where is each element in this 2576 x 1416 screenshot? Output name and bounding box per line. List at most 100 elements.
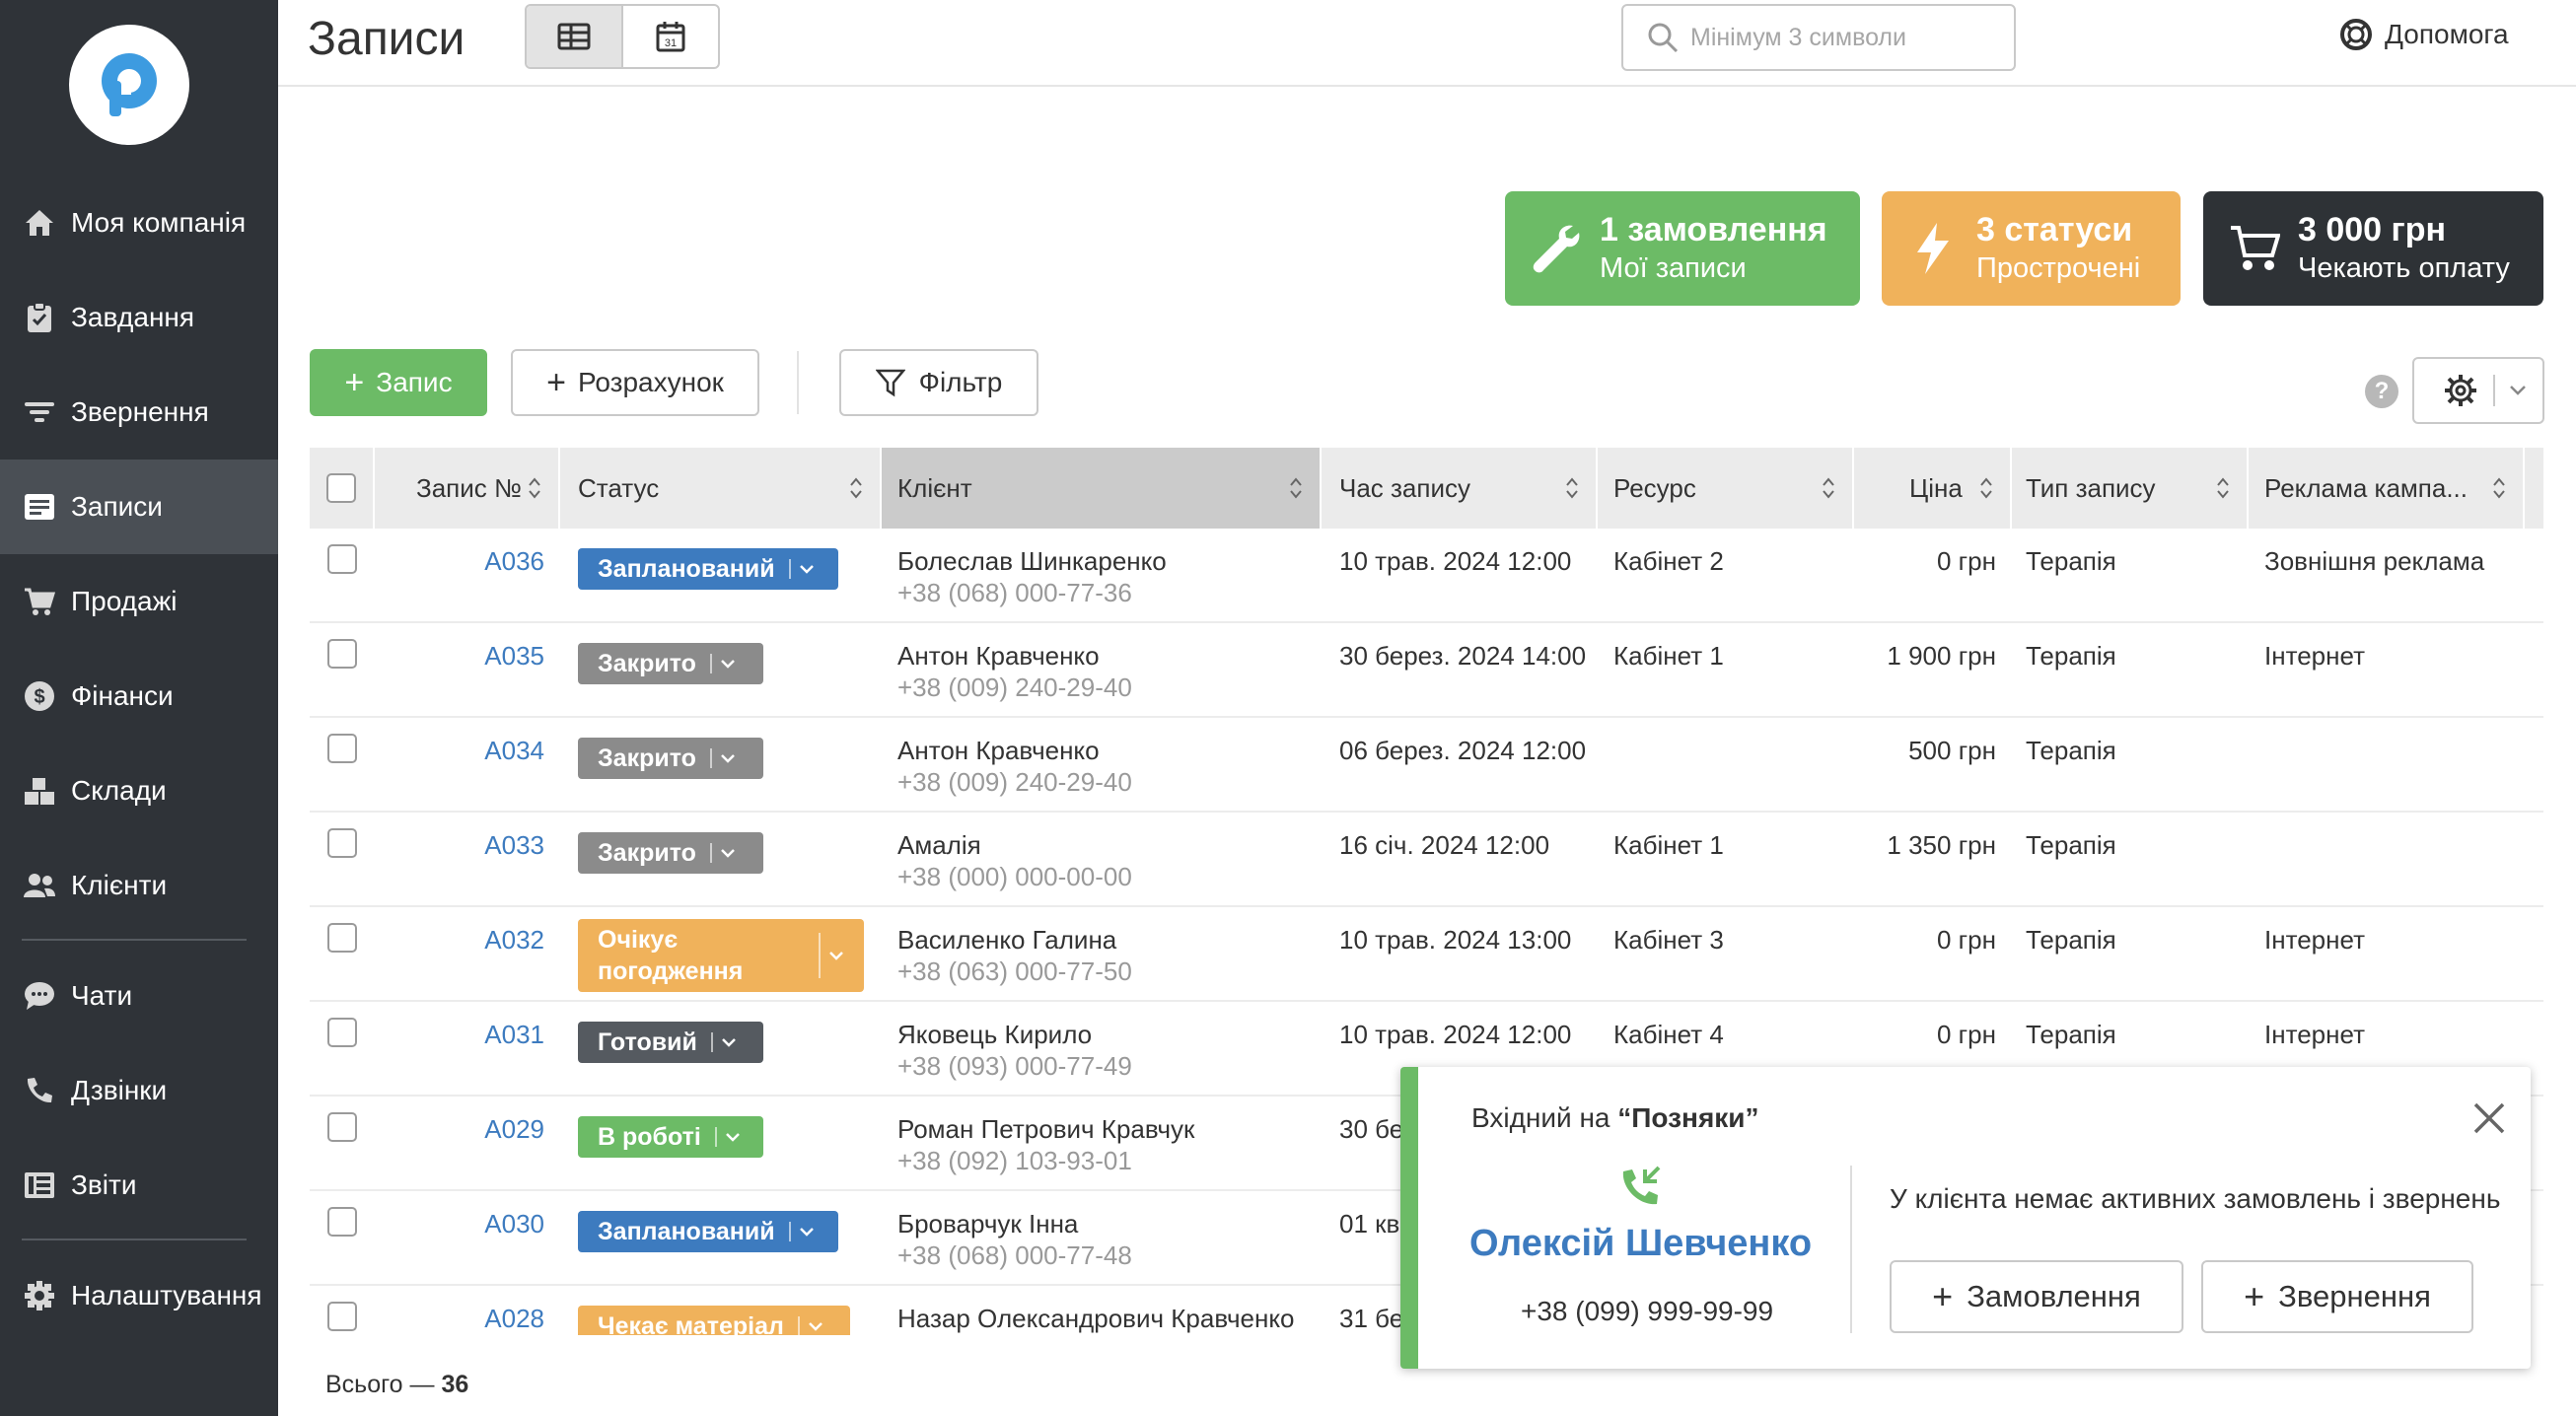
status-dropdown[interactable]: Очікує погодження (578, 919, 864, 992)
status-label: Закрито (598, 743, 696, 772)
record-link[interactable]: A032 (484, 925, 544, 956)
type-cell: Терапія (2026, 813, 2243, 907)
column-label: Тип запису (2026, 472, 2156, 503)
help-link[interactable]: Допомога (2339, 18, 2509, 51)
sidebar-item-settings[interactable]: Налаштування (0, 1248, 278, 1343)
create-order-button[interactable]: + Замовлення (1890, 1260, 2183, 1333)
record-link[interactable]: A029 (484, 1114, 544, 1145)
time-value: 10 трав. 2024 12:00 (1339, 1020, 1572, 1049)
my-orders-card[interactable]: 1 замовлення Мої записи (1505, 191, 1860, 306)
caller-name[interactable]: Олексій Шевченко (1469, 1223, 1812, 1265)
row-checkbox[interactable] (327, 828, 357, 858)
table-row[interactable]: A033 Закрито Амалія +38 (000) 000-00-00 1… (310, 813, 2543, 907)
sidebar-item-records[interactable]: Записи (0, 460, 278, 554)
status-dropdown[interactable]: Закрито (578, 832, 763, 874)
company-logo[interactable] (69, 25, 189, 145)
record-link[interactable]: A035 (484, 641, 544, 672)
sort-icon (1980, 477, 1992, 499)
time-value: 01 кві (1339, 1209, 1406, 1239)
campaign-value: Зовнішня реклама (2264, 546, 2485, 576)
select-all-checkbox[interactable] (326, 473, 356, 503)
table-row[interactable]: A034 Закрито Антон Кравченко +38 (009) 24… (310, 718, 2543, 813)
close-icon[interactable] (2471, 1100, 2507, 1136)
client-cell: Василенко Галина +38 (063) 000-77-50 (897, 907, 1312, 1002)
client-cell: Броварчук Інна +38 (068) 000-77-48 (897, 1191, 1312, 1286)
column-type[interactable]: Тип запису (2012, 448, 2249, 529)
status-dropdown[interactable]: Закрито (578, 738, 763, 779)
search-input[interactable] (1690, 23, 2006, 52)
awaiting-payment-card[interactable]: 3 000 грн Чекають оплату (2203, 191, 2543, 306)
table-row[interactable]: A035 Закрито Антон Кравченко +38 (009) 24… (310, 623, 2543, 718)
sidebar-item-label: Моя компанія (71, 207, 247, 238)
status-dropdown[interactable]: Запланований (578, 1211, 838, 1252)
column-price[interactable]: Ціна (1854, 448, 2012, 529)
column-status[interactable]: Статус (560, 448, 882, 529)
caller-phone: +38 (099) 999-99-99 (1521, 1296, 1774, 1326)
row-checkbox[interactable] (327, 1018, 357, 1047)
sidebar-item-reports[interactable]: Звіти (0, 1138, 278, 1233)
row-checkbox[interactable] (327, 544, 357, 574)
overdue-statuses-card[interactable]: 3 статуси Прострочені (1882, 191, 2181, 306)
status-dropdown[interactable]: Запланований (578, 548, 838, 590)
view-toggle: 31 (525, 4, 720, 69)
sidebar-item-finance[interactable]: $ Фінанси (0, 649, 278, 743)
table-settings-button[interactable] (2412, 357, 2544, 424)
add-record-label: Запис (376, 367, 453, 397)
sidebar-item-requests[interactable]: Звернення (0, 365, 278, 460)
record-link[interactable]: A031 (484, 1020, 544, 1050)
record-link[interactable]: A030 (484, 1209, 544, 1239)
create-request-button[interactable]: + Звернення (2201, 1260, 2473, 1333)
record-link[interactable]: A028 (484, 1304, 544, 1334)
sidebar-item-warehouses[interactable]: Склади (0, 743, 278, 838)
row-select-cell (327, 623, 367, 718)
status-dropdown[interactable]: Готовий (578, 1022, 763, 1063)
column-campaign[interactable]: Реклама кампа... (2249, 448, 2525, 529)
record-number-cell: A032 (375, 907, 560, 1002)
table-row[interactable]: A036 Запланований Болеслав Шинкаренко +38… (310, 529, 2543, 623)
client-status-message: У клієнта немає активних замовлень і зве… (1890, 1183, 2501, 1214)
status-dropdown[interactable]: Чекає матеріал (578, 1306, 850, 1335)
table-view-button[interactable] (527, 6, 623, 67)
chevron-down-icon (721, 754, 735, 763)
lightning-icon (1903, 219, 1963, 278)
price-cell: 0 грн (1854, 529, 1996, 623)
row-checkbox[interactable] (327, 1302, 357, 1331)
add-calculation-button[interactable]: + Розрахунок (511, 349, 759, 416)
row-checkbox[interactable] (327, 734, 357, 763)
column-time[interactable]: Час запису (1322, 448, 1598, 529)
client-name: Броварчук Інна (897, 1209, 1079, 1239)
row-checkbox[interactable] (327, 1112, 357, 1142)
row-checkbox[interactable] (327, 1207, 357, 1237)
cart-icon (2225, 219, 2284, 278)
filter-icon (875, 369, 905, 397)
column-label: Статус (578, 472, 660, 503)
sidebar-item-company[interactable]: Моя компанія (0, 176, 278, 270)
type-value: Терапія (2026, 641, 2116, 671)
sidebar-item-tasks[interactable]: Завдання (0, 270, 278, 365)
status-dropdown[interactable]: В роботі (578, 1116, 763, 1158)
chat-icon (22, 978, 57, 1014)
type-cell: Терапія (2026, 907, 2243, 1002)
resource-cell: Кабінет 1 (1613, 813, 1850, 907)
calendar-view-button[interactable]: 31 (623, 6, 718, 67)
column-number[interactable]: Запис № (375, 448, 560, 529)
row-checkbox[interactable] (327, 639, 357, 669)
record-link[interactable]: A034 (484, 736, 544, 766)
column-client[interactable]: Клієнт (882, 448, 1322, 529)
column-resource[interactable]: Ресурс (1598, 448, 1854, 529)
status-dropdown[interactable]: Закрито (578, 643, 763, 684)
time-cell: 01 кві (1339, 1191, 1405, 1286)
record-link[interactable]: A036 (484, 546, 544, 577)
help-question-icon[interactable]: ? (2365, 375, 2398, 408)
row-checkbox[interactable] (327, 923, 357, 953)
client-name: Болеслав Шинкаренко (897, 546, 1167, 576)
sidebar-item-chats[interactable]: Чати (0, 949, 278, 1043)
table-row[interactable]: A032 Очікує погодження Василенко Галина +… (310, 907, 2543, 1002)
add-record-button[interactable]: + Запис (310, 349, 487, 416)
sidebar-item-label: Продажі (71, 586, 178, 616)
sidebar-item-sales[interactable]: Продажі (0, 554, 278, 649)
filter-button[interactable]: Фільтр (839, 349, 1038, 416)
sidebar-item-clients[interactable]: Клієнти (0, 838, 278, 933)
sidebar-item-calls[interactable]: Дзвінки (0, 1043, 278, 1138)
record-link[interactable]: A033 (484, 830, 544, 861)
